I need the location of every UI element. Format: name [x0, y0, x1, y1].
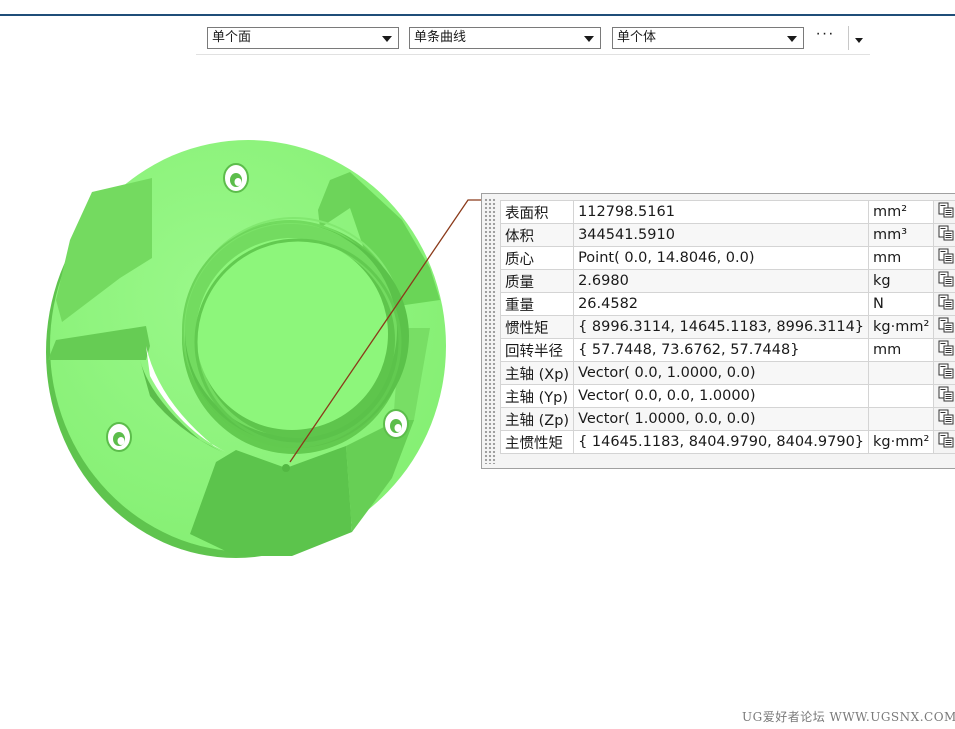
measurement-value[interactable]: Point( 0.0, 14.8046, 0.0) — [573, 246, 870, 270]
measurement-unit[interactable]: mm — [868, 338, 935, 362]
flange-part-model[interactable] — [46, 140, 446, 558]
measurement-row[interactable]: 质量 2.6980 kg — [499, 269, 955, 293]
measurement-row[interactable]: 主惯性矩{ 14645.1183, 8404.9790, 8404.9790} k… — [499, 430, 955, 454]
mounting-hole — [223, 163, 249, 193]
measurement-unit[interactable] — [868, 361, 935, 385]
measurement-value[interactable]: Vector( 0.0, 0.0, 1.0000) — [573, 384, 870, 408]
copy-to-clipboard-icon[interactable] — [938, 225, 954, 245]
measurement-row[interactable]: 主轴 (Zp) Vector( 1.0000, 0.0, 0.0) — [499, 407, 955, 431]
measure-bodies-results-panel: 表面积 112798.5161 mm² 体积 344541.5910 mm³ 质心 Point… — [481, 193, 955, 469]
measurement-row[interactable]: 表面积 112798.5161 mm² — [499, 200, 955, 224]
measurement-actions — [933, 384, 955, 408]
measurement-name: 表面积 — [499, 200, 575, 224]
measurement-value[interactable]: Vector( 0.0, 1.0000, 0.0) — [573, 361, 870, 385]
measurement-row[interactable]: 惯性矩{ 8996.3114, 14645.1183, 8996.3114} kg… — [499, 315, 955, 339]
copy-to-clipboard-icon[interactable] — [938, 202, 954, 222]
centroid-point-marker — [282, 464, 290, 472]
measurement-actions — [933, 315, 955, 339]
measurement-row[interactable]: 主轴 (Yp) Vector( 0.0, 0.0, 1.0000) — [499, 384, 955, 408]
mounting-hole — [106, 422, 132, 452]
measurement-table: 表面积 112798.5161 mm² 体积 344541.5910 mm³ 质心 Point… — [499, 200, 955, 454]
measurement-value[interactable]: 112798.5161 — [573, 200, 870, 224]
measurement-value[interactable]: 26.4582 — [573, 292, 870, 316]
measurement-unit[interactable] — [868, 407, 935, 431]
measurement-actions — [933, 223, 955, 247]
measurement-unit[interactable]: kg·mm² — [868, 315, 935, 339]
measurement-name: 主轴 (Yp) — [499, 384, 575, 408]
measurement-actions — [933, 246, 955, 270]
measurement-name: 回转半径 — [499, 338, 575, 362]
measurement-actions — [933, 292, 955, 316]
measurement-value[interactable]: 344541.5910 — [573, 223, 870, 247]
copy-to-clipboard-icon[interactable] — [938, 340, 954, 360]
copy-to-clipboard-icon[interactable] — [938, 271, 954, 291]
measurement-value[interactable]: { 14645.1183, 8404.9790, 8404.9790} — [573, 430, 870, 454]
measurement-name: 主轴 (Xp) — [499, 361, 575, 385]
measurement-name: 惯性矩 — [499, 315, 575, 339]
measurement-name: 质量 — [499, 269, 575, 293]
measurement-value[interactable]: Vector( 1.0000, 0.0, 0.0) — [573, 407, 870, 431]
measurement-row[interactable]: 重量 26.4582 N — [499, 292, 955, 316]
panel-drag-handle[interactable] — [484, 198, 496, 464]
copy-to-clipboard-icon[interactable] — [938, 386, 954, 406]
measurement-row[interactable]: 回转半径{ 57.7448, 73.6762, 57.7448} mm — [499, 338, 955, 362]
measurement-row[interactable]: 质心 Point( 0.0, 14.8046, 0.0) mm — [499, 246, 955, 270]
measurement-unit[interactable]: mm² — [868, 200, 935, 224]
measurement-actions — [933, 200, 955, 224]
measurement-actions — [933, 269, 955, 293]
measurement-row[interactable]: 主轴 (Xp) Vector( 0.0, 1.0000, 0.0) — [499, 361, 955, 385]
copy-to-clipboard-icon[interactable] — [938, 294, 954, 314]
measurement-unit[interactable]: kg — [868, 269, 935, 293]
measurement-unit[interactable]: N — [868, 292, 935, 316]
copy-to-clipboard-icon[interactable] — [938, 432, 954, 452]
measurement-row[interactable]: 体积 344541.5910 mm³ — [499, 223, 955, 247]
boss-top-face — [196, 238, 388, 430]
measurement-value[interactable]: { 8996.3114, 14645.1183, 8996.3114} — [573, 315, 870, 339]
measurement-name: 主惯性矩 — [499, 430, 575, 454]
copy-to-clipboard-icon[interactable] — [938, 409, 954, 429]
copy-to-clipboard-icon[interactable] — [938, 363, 954, 383]
measurement-actions — [933, 338, 955, 362]
measurement-name: 主轴 (Zp) — [499, 407, 575, 431]
copy-to-clipboard-icon[interactable] — [938, 317, 954, 337]
measurement-name: 体积 — [499, 223, 575, 247]
mounting-hole — [383, 409, 409, 439]
measurement-unit[interactable]: mm — [868, 246, 935, 270]
measurement-name: 重量 — [499, 292, 575, 316]
measurement-unit[interactable] — [868, 384, 935, 408]
copy-to-clipboard-icon[interactable] — [938, 248, 954, 268]
measurement-unit[interactable]: kg·mm² — [868, 430, 935, 454]
measurement-value[interactable]: 2.6980 — [573, 269, 870, 293]
measurement-unit[interactable]: mm³ — [868, 223, 935, 247]
measurement-name: 质心 — [499, 246, 575, 270]
measurement-value[interactable]: { 57.7448, 73.6762, 57.7448} — [573, 338, 870, 362]
measurement-actions — [933, 361, 955, 385]
watermark-text: UG爱好者论坛 WWW.UGSNX.COM — [742, 710, 955, 724]
measurement-actions — [933, 407, 955, 431]
measurement-actions — [933, 430, 955, 454]
